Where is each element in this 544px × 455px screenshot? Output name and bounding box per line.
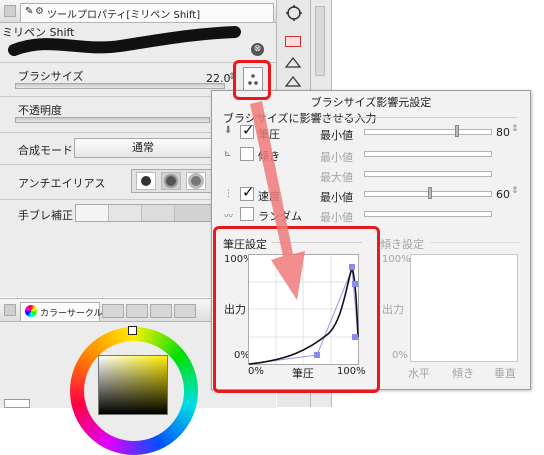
annotation-arrow — [250, 101, 305, 300]
